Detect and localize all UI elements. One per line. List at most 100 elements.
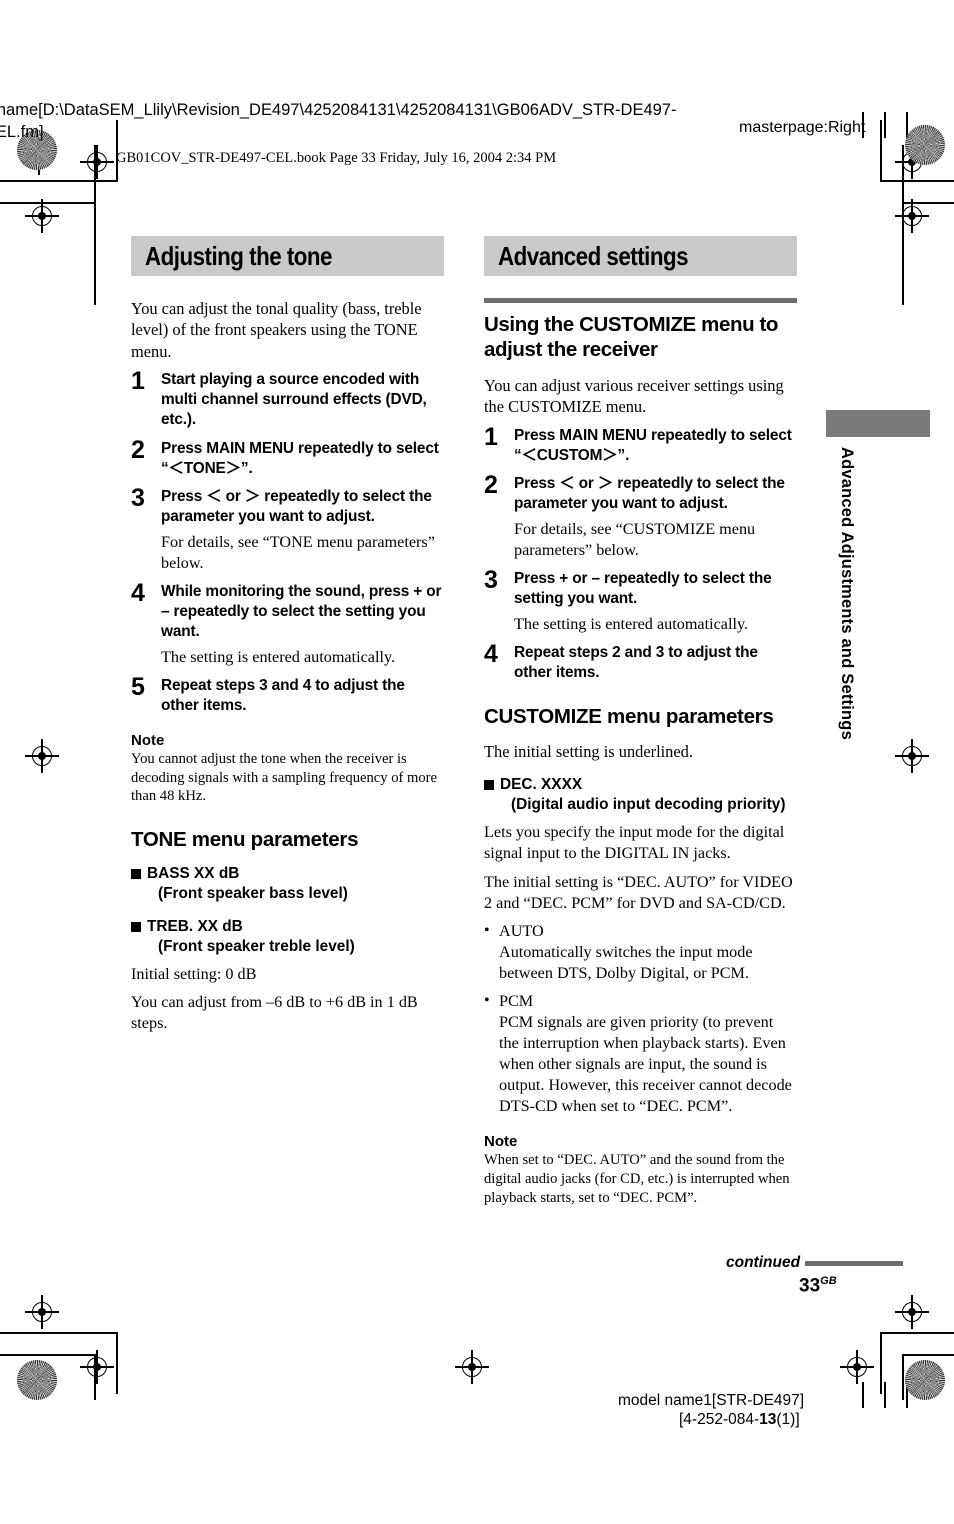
parameter-description-1: Lets you specify the input mode for the … — [484, 823, 785, 863]
prepress-filename-line2: CEL.fm] — [0, 123, 44, 141]
option-label: AUTO — [499, 921, 544, 940]
step-title: Repeat steps 2 and 3 to adjust the other… — [514, 644, 758, 682]
step-number: 2 — [484, 471, 498, 499]
registration-target-icon — [25, 739, 59, 773]
step-number: 1 — [131, 367, 145, 396]
parameter-entry: TREB. XX dB (Front speaker treble level) — [131, 917, 444, 958]
page-number: 33GB — [799, 1275, 837, 1297]
step-item: 4 Repeat steps 2 and 3 to adjust the oth… — [484, 640, 797, 683]
side-tab-bar — [826, 410, 930, 437]
note-body: You cannot adjust the tone when the rece… — [131, 750, 437, 805]
model-code-bold: 13 — [759, 1411, 777, 1428]
note-heading: Note — [131, 731, 165, 749]
step-title: Press ＜ or ＞ repeatedly to select the pa… — [514, 475, 785, 513]
initial-setting-line: Initial setting: 0 dB — [131, 965, 257, 984]
step-title: Press ＜ or ＞ repeatedly to select the pa… — [161, 487, 432, 525]
step-note: The setting is entered automatically. — [161, 647, 396, 666]
step-number: 5 — [131, 672, 145, 701]
option-item: • AUTO Automatically switches the input … — [484, 921, 797, 984]
crop-mark-line — [884, 1382, 886, 1408]
right-column: Advanced settings Using the CUSTOMIZE me… — [484, 236, 797, 1207]
parameter-entry: BASS XX dB (Front speaker bass level) — [131, 864, 444, 905]
continued-label: continued — [726, 1254, 801, 1271]
parameter-name: TREB. XX dB — [147, 917, 243, 935]
square-bullet-icon — [131, 921, 141, 932]
step-item: 2 Press ＜ or ＞ repeatedly to select the … — [484, 471, 797, 561]
step-item: 5 Repeat steps 3 and 4 to adjust the oth… — [131, 672, 444, 716]
tone-menu-parameters-heading: TONE menu parameters — [131, 827, 359, 851]
subsection-rule — [484, 298, 797, 303]
adjust-range-line: You can adjust from –6 dB to +6 dB in 1 … — [131, 993, 418, 1033]
section-heading-label: Adjusting the tone — [145, 241, 332, 271]
option-item: • PCM PCM signals are given priority (to… — [484, 991, 797, 1117]
model-name-line: model name1[STR-DE497] — [618, 1392, 805, 1409]
parameter-description-2: The initial setting is “DEC. AUTO” for V… — [484, 872, 793, 912]
option-description: Automatically switches the input mode be… — [499, 942, 753, 982]
step-number: 3 — [131, 483, 145, 512]
crop-mark-line — [902, 1354, 904, 1400]
round-bullet-icon: • — [484, 991, 490, 1009]
step-item: 2 Press MAIN MENU repeatedly to select “… — [131, 435, 444, 479]
step-number: 4 — [131, 578, 145, 607]
step-note: For details, see “CUSTOMIZE menu paramet… — [514, 520, 756, 560]
step-note: The setting is entered automatically. — [514, 615, 749, 634]
registration-target-icon — [895, 739, 929, 773]
square-bullet-icon — [131, 868, 141, 879]
step-item: 3 Press ＜ or ＞ repeatedly to select the … — [131, 483, 444, 574]
round-bullet-icon: • — [484, 921, 490, 939]
page-number-region-suffix: GB — [820, 1275, 837, 1287]
crop-mark-line — [0, 1332, 118, 1334]
customize-menu-parameters-heading: CUSTOMIZE menu parameters — [484, 705, 774, 729]
section-heading-adjusting-the-tone: Adjusting the tone — [131, 236, 444, 276]
note-heading: Note — [484, 1133, 518, 1151]
prepress-filename-line1: lename[D:\DataSEM_Llily\Revision_DE497\4… — [0, 101, 677, 119]
registration-target-icon — [80, 145, 114, 179]
registration-target-icon — [840, 1350, 874, 1384]
step-title: While monitoring the sound, press + or –… — [161, 582, 442, 640]
intro-paragraph: You can adjust various receiver settings… — [484, 376, 784, 417]
left-column: Adjusting the tone You can adjust the to… — [131, 236, 444, 1034]
option-label: PCM — [499, 991, 534, 1010]
step-title: Press MAIN MENU repeatedly to select “＜T… — [161, 439, 439, 477]
crop-mark-line — [116, 1332, 118, 1394]
section-heading-label: Advanced settings — [498, 241, 689, 271]
registration-target-icon — [895, 1295, 929, 1329]
registration-target-icon — [25, 1295, 59, 1329]
model-code-suffix: (1)] — [776, 1411, 800, 1428]
parameter-subtitle: (Digital audio input decoding priority) — [511, 796, 786, 814]
parameter-subtitle: (Front speaker bass level) — [158, 885, 348, 903]
crop-mark-line — [902, 1354, 954, 1356]
step-title: Press MAIN MENU repeatedly to select “＜C… — [514, 426, 792, 464]
parameter-subtitle: (Front speaker treble level) — [158, 937, 355, 955]
step-title: Press + or – repeatedly to select the se… — [514, 570, 772, 608]
step-number: 4 — [484, 640, 498, 669]
step-number: 2 — [131, 435, 145, 464]
step-number: 3 — [484, 566, 498, 595]
step-note: For details, see “TONE menu parameters” … — [161, 532, 435, 572]
prepress-masterpage-label: masterpage:Right — [739, 119, 866, 136]
crop-mark-line — [0, 180, 118, 182]
crop-mark-line — [880, 1332, 882, 1394]
crop-mark-line — [880, 1332, 954, 1334]
step-item: 4 While monitoring the sound, press + or… — [131, 578, 444, 668]
square-bullet-icon — [484, 779, 494, 790]
option-description: PCM signals are given priority (to preve… — [499, 1012, 792, 1116]
crop-mark-line — [884, 112, 886, 138]
registration-target-icon — [25, 199, 59, 233]
parameter-name: BASS XX dB — [147, 864, 240, 882]
model-code-prefix: [4-252-084- — [679, 1411, 760, 1428]
step-item: 1 Press MAIN MENU repeatedly to select “… — [484, 422, 797, 466]
step-title: Start playing a source encoded with mult… — [161, 371, 427, 429]
book-file-info-line: GB01COV_STR-DE497-CEL.book Page 33 Frida… — [116, 150, 557, 166]
intro-paragraph: You can adjust the tonal quality (bass, … — [131, 299, 422, 361]
registration-target-icon — [80, 1350, 114, 1384]
crop-mark-line — [880, 120, 882, 182]
subsection-heading: Using the CUSTOMIZE menu to adjust the r… — [484, 313, 779, 361]
model-code-line: [4-252-084-13(1)] — [679, 1411, 800, 1429]
step-item: 1 Start playing a source encoded with mu… — [131, 367, 444, 430]
step-number: 1 — [484, 422, 498, 451]
side-tab-label: Advanced Adjustments and Settings — [838, 447, 856, 740]
parameter-name: DEC. XXXX — [500, 775, 583, 793]
step-title: Repeat steps 3 and 4 to adjust the other… — [161, 676, 405, 714]
continued-marker: continued — [726, 1254, 904, 1272]
